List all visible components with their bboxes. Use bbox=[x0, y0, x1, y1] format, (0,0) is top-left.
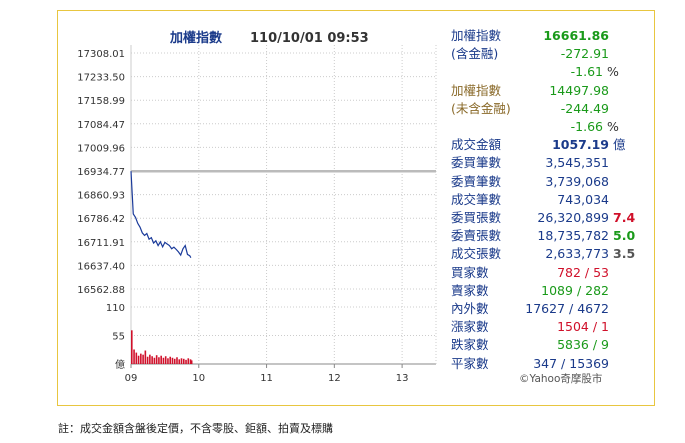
quote-value: 743,034 bbox=[557, 191, 609, 207]
y-tick-label: 17233.50 bbox=[77, 73, 125, 84]
volume-bar bbox=[164, 356, 167, 364]
volume-bar bbox=[131, 330, 133, 364]
quote-value: 2,633,773 bbox=[545, 246, 609, 262]
quote-value: -272.91 bbox=[560, 46, 609, 62]
quote-value: 1089 / 282 bbox=[541, 282, 609, 298]
volume-bar bbox=[151, 356, 153, 364]
volume-bar bbox=[149, 354, 151, 364]
volume-bar bbox=[144, 350, 147, 364]
x-tick-label: 13 bbox=[396, 373, 409, 384]
ratio-value: 5.0 bbox=[613, 228, 636, 244]
quote-value: 1057.19 bbox=[552, 137, 609, 153]
chart-title-datetime: 110/10/01 09:53 bbox=[250, 31, 369, 46]
quote-label: 內外數 bbox=[451, 301, 489, 316]
y-tick-label: 16786.42 bbox=[77, 214, 125, 225]
volume-bar bbox=[173, 358, 176, 364]
x-tick-label: 10 bbox=[192, 373, 205, 384]
volume-tick-label: 55 bbox=[112, 332, 125, 343]
quote-value: 14497.98 bbox=[549, 82, 609, 98]
y-tick-label: 17084.47 bbox=[77, 120, 125, 131]
y-tick-label: 16860.93 bbox=[77, 191, 125, 202]
y-tick-label: 16562.88 bbox=[77, 285, 125, 296]
volume-bar bbox=[137, 355, 140, 364]
volume-bar bbox=[135, 352, 138, 364]
footnote: 註：成交金額含盤後定價，不含零股、鉅額、拍賣及標購 bbox=[58, 422, 333, 435]
quote-value: -244.49 bbox=[560, 100, 609, 116]
volume-bar bbox=[187, 358, 190, 364]
quote-value: 782 / 53 bbox=[557, 264, 609, 280]
credit-text: ©Yahoo奇摩股市 bbox=[519, 373, 603, 385]
volume-bar bbox=[178, 359, 181, 364]
quote-value: 18,735,782 bbox=[537, 228, 609, 244]
quote-label: 買家數 bbox=[451, 264, 489, 280]
quote-value: 17627 / 4672 bbox=[525, 301, 609, 316]
percent-sign: % bbox=[607, 119, 619, 134]
y-tick-label: 17158.99 bbox=[77, 96, 125, 107]
y-tick-label: 16711.91 bbox=[77, 238, 125, 249]
x-tick-label: 09 bbox=[125, 373, 138, 384]
volume-bar bbox=[158, 357, 160, 364]
chart-title-index: 加權指數 bbox=[169, 30, 222, 46]
volume-bar bbox=[176, 357, 178, 364]
x-tick-label: 12 bbox=[328, 373, 341, 384]
volume-bar bbox=[160, 355, 162, 364]
volume-bar bbox=[142, 354, 144, 364]
volume-bar bbox=[153, 357, 156, 364]
quote-value: 1504 / 1 bbox=[557, 319, 609, 335]
ratio-value: 7.4 bbox=[613, 210, 636, 225]
volume-bar bbox=[182, 358, 185, 364]
quote-label: 漲家數 bbox=[451, 319, 489, 335]
quote-value: -1.61 bbox=[570, 64, 603, 80]
volume-bar bbox=[185, 359, 187, 364]
y-tick-label: 16934.77 bbox=[77, 167, 125, 178]
quote-label: 平家數 bbox=[451, 355, 489, 371]
price-line bbox=[130, 171, 192, 258]
quote-value: 5836 / 9 bbox=[557, 337, 609, 353]
volume-bar bbox=[169, 356, 172, 364]
quote-value: -1.66 bbox=[570, 119, 603, 134]
volume-bar bbox=[171, 357, 174, 364]
quote-value: 3,545,351 bbox=[545, 155, 609, 171]
ratio-value: 3.5 bbox=[613, 246, 636, 262]
unit-label: 億 bbox=[613, 137, 626, 153]
x-tick-label: 11 bbox=[260, 373, 273, 384]
quote-label: 跌家數 bbox=[451, 337, 489, 353]
chart-frame: 加權指數 110/10/01 09:53 17308.01 17233.50 171… bbox=[57, 10, 655, 406]
volume-bar bbox=[180, 358, 183, 364]
quote-label: 賣家數 bbox=[451, 282, 489, 298]
quote-value: 16661.86 bbox=[543, 28, 609, 43]
percent-sign: % bbox=[607, 64, 619, 80]
y-tick-label: 17009.96 bbox=[77, 143, 125, 154]
quote-value: 347 / 15369 bbox=[533, 355, 609, 371]
y-tick-label: 16637.40 bbox=[77, 261, 125, 272]
volume-bar bbox=[146, 356, 149, 364]
volume-bar bbox=[162, 357, 165, 364]
volume-bar bbox=[133, 349, 135, 364]
y-tick-label: 17308.01 bbox=[77, 49, 125, 60]
volume-bar bbox=[190, 360, 193, 364]
quote-value: 3,739,068 bbox=[545, 173, 609, 189]
volume-unit-label: 億 bbox=[115, 358, 125, 371]
volume-bar bbox=[140, 353, 142, 364]
volume-tick-label: 110 bbox=[106, 303, 125, 314]
quote-value: 26,320,899 bbox=[537, 210, 609, 225]
volume-bar bbox=[155, 355, 158, 364]
volume-bar bbox=[167, 358, 169, 364]
